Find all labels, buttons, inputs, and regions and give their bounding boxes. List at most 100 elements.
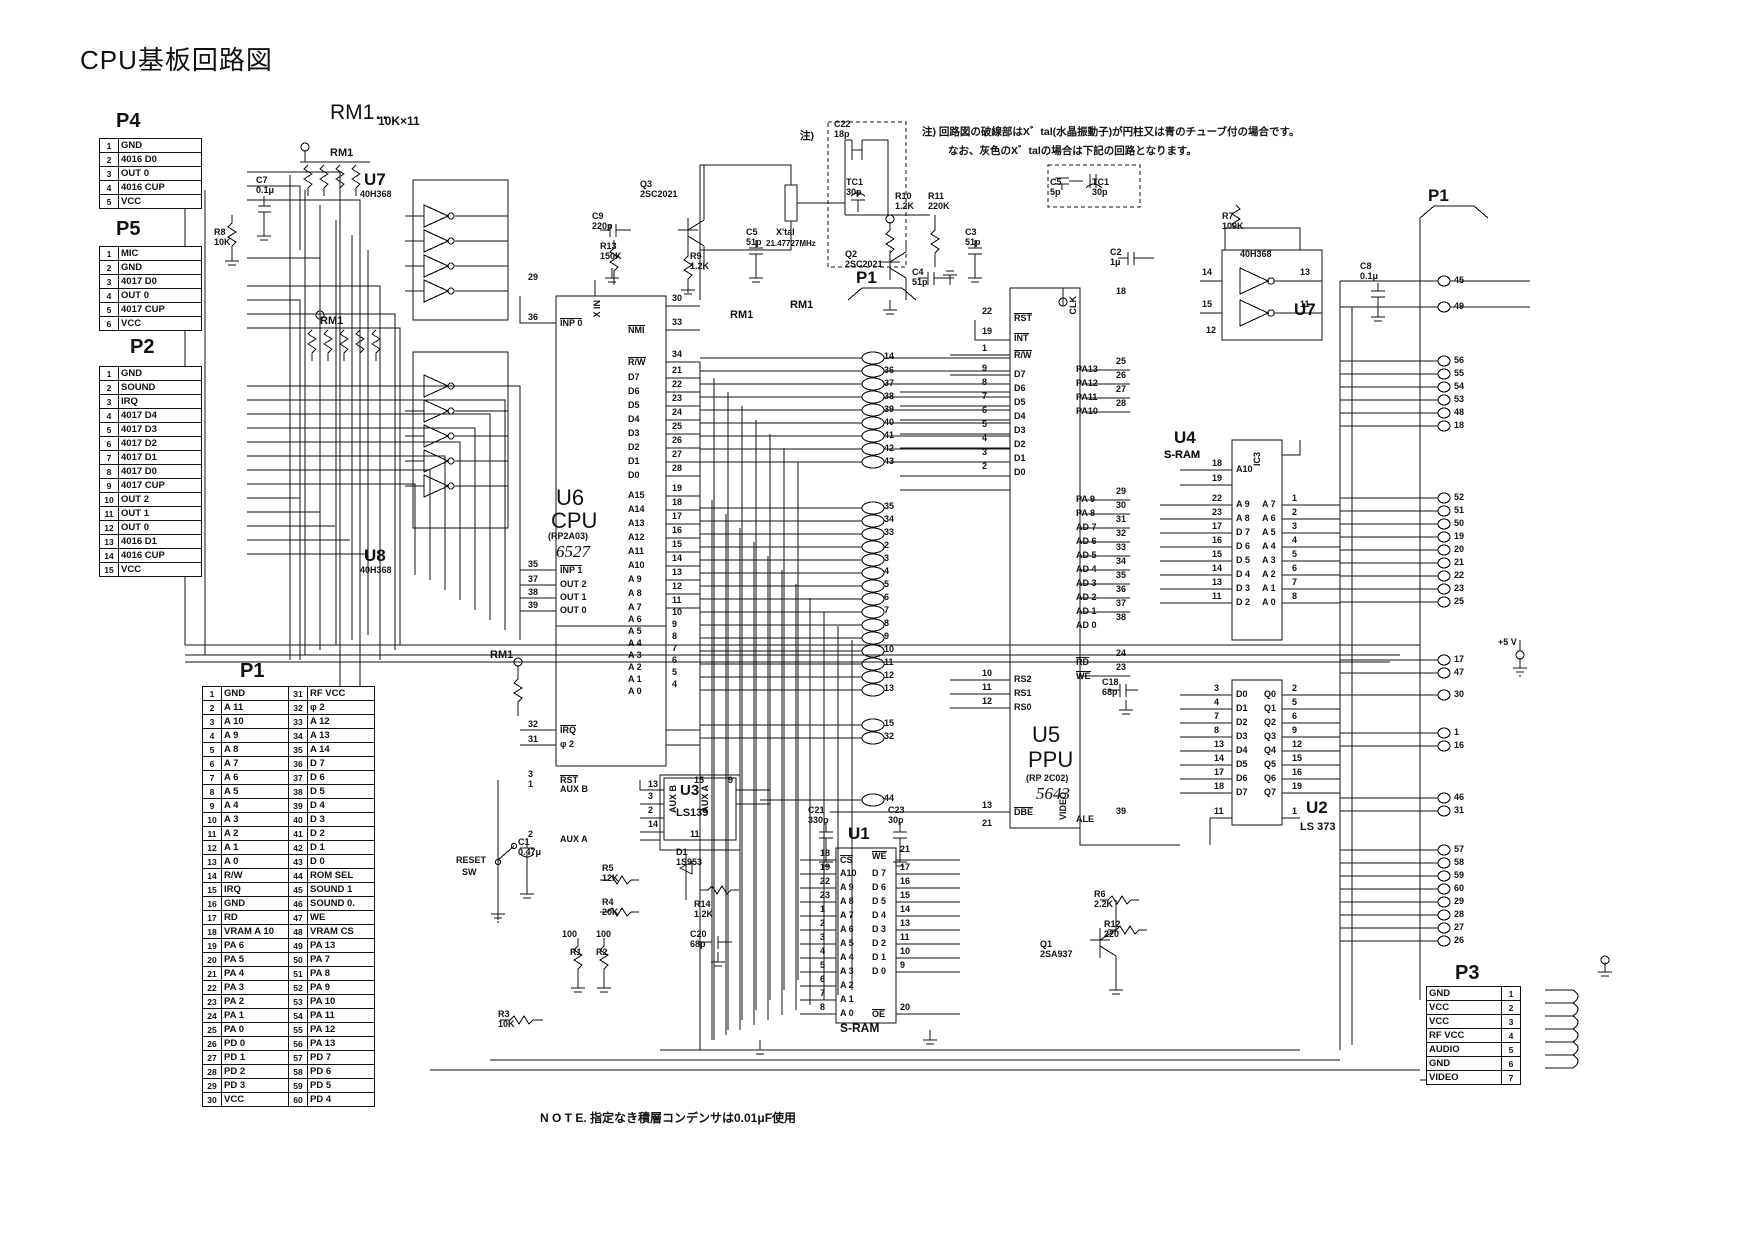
u4-pin-label: D 5	[1236, 555, 1251, 565]
component-ref: R4	[602, 897, 614, 907]
p1-right-pin-number: 41	[288, 826, 308, 841]
table-row: 12 OUT 0	[99, 520, 202, 535]
u5-pin-label: RD	[1076, 657, 1089, 667]
u6-pin-label: AUX A	[560, 834, 588, 844]
u4-pin-label: A 5	[1262, 527, 1276, 537]
u6-pin-number: 12	[672, 581, 683, 591]
p3-signal: VCC	[1426, 1000, 1502, 1015]
u1-pin-number: 5	[820, 960, 826, 970]
p2-signal: OUT 2	[118, 492, 202, 507]
u6-pin-number: 6	[672, 655, 678, 665]
component-ref: R8	[214, 227, 226, 237]
u6-pin-label: D5	[628, 400, 640, 410]
p1-center-pin-number: 41	[884, 430, 895, 440]
u1-pin-label: CS	[840, 855, 853, 865]
u7-pin-number: 14	[1202, 267, 1213, 277]
component-ref: R11	[928, 191, 945, 201]
p2-pin-number: 2	[99, 380, 119, 395]
p1-center-pin-number: 7	[884, 605, 890, 615]
p4-signal: GND	[118, 138, 202, 153]
u5-pin-label: RS0	[1014, 702, 1032, 712]
u5-pin-label: AD 7	[1076, 522, 1097, 532]
component-ref: D1	[676, 847, 688, 857]
p1-left-pin-number: 12	[202, 840, 222, 855]
component-value: 330p	[808, 815, 829, 825]
p1-left-signal: PD 0	[221, 1036, 289, 1051]
p1-left-pin-number: 9	[202, 798, 222, 813]
p1-right-signal: PA 13	[307, 938, 375, 953]
component-value: 1.2K	[694, 909, 714, 919]
p1-right-pin-number: 27	[1454, 922, 1465, 932]
p1-right-pin-number: 49	[288, 938, 308, 953]
table-row: 4A 9 34 A 13	[202, 728, 375, 743]
u4-pin-label: A 4	[1262, 541, 1276, 551]
table-row: GND 6	[1426, 1056, 1521, 1071]
u6-pin-label: φ 2	[560, 739, 574, 749]
u5-pin-label: AD 6	[1076, 536, 1097, 546]
p1-right-pin-number: 56	[1454, 355, 1465, 365]
table-row: 20 PA 5 50 PA 7	[202, 952, 375, 967]
p3-pin-number: 7	[1501, 1070, 1521, 1085]
u2-pin-number: 12	[1292, 739, 1303, 749]
component-ref: R5	[602, 863, 614, 873]
component-ref: C5	[746, 227, 758, 237]
component-ref: C20	[690, 929, 707, 939]
p1-right-pin-number: 16	[1454, 740, 1465, 750]
u1-pin-label: A 8	[840, 896, 854, 906]
p1-left-signal: R/W	[221, 868, 289, 883]
u1-pin-number: 3	[820, 932, 826, 942]
p1-left-pin-number: 30	[202, 1092, 222, 1107]
component-value: 20K	[602, 907, 619, 917]
u1-pin-label: A 7	[840, 910, 854, 920]
component-ref: Q3	[640, 179, 653, 189]
p3-pin-number: 4	[1501, 1028, 1521, 1043]
p1-left-pin-number: 11	[202, 826, 222, 841]
p3-pin-number: 6	[1501, 1056, 1521, 1071]
p2-pin-number: 12	[99, 520, 119, 535]
connector-p3-table: GND 1 VCC 2 VCC 3 RF VCC 4 AUDIO 5 GND 6 VIDEO 7	[1426, 986, 1521, 1085]
table-row: 8A 5 38 D 5	[202, 784, 375, 799]
p1-right-pin-number: 51	[288, 966, 308, 981]
p1-right-signal: A 14	[307, 742, 375, 757]
p1-right-pin-number: 35	[288, 742, 308, 757]
u6-pin-number: 25	[672, 421, 683, 431]
u6-pin-label: D3	[628, 428, 640, 438]
u2-pin-number: 18	[1214, 781, 1225, 791]
p1-left-pin-number: 18	[202, 924, 222, 939]
p2-signal: 4017 D3	[118, 422, 202, 437]
u1-pin-label: D 1	[872, 952, 887, 962]
p1-left-pin-number: 29	[202, 1078, 222, 1093]
u5-pin-label: D5	[1014, 397, 1026, 407]
p1-right-pin-number: 22	[1454, 570, 1465, 580]
table-row: 19 PA 6 49 PA 13	[202, 938, 375, 953]
table-row: 2A 11 32 φ 2	[202, 700, 375, 715]
p1-right-signal: PA 7	[307, 952, 375, 967]
table-row: 5 4017 CUP	[99, 302, 202, 317]
u6-pin-number: 28	[672, 463, 683, 473]
p1-right-pin-number: 26	[1454, 935, 1465, 945]
p1-center-pin-number: 43	[884, 456, 895, 466]
u2-pin-number: 16	[1292, 767, 1303, 777]
u1-pin-label: A 1	[840, 994, 854, 1004]
u6-xin-label: X IN	[592, 300, 602, 318]
u4-pin-number: 4	[1292, 535, 1298, 545]
u2-pin-number: 8	[1214, 725, 1220, 735]
p5-pin-number: 2	[99, 260, 119, 275]
p2-pin-number: 13	[99, 534, 119, 549]
u1-pin-number: 23	[820, 890, 831, 900]
component-value: 220	[1104, 929, 1120, 939]
u5-pin-label: D1	[1014, 453, 1026, 463]
p2-pin-number: 5	[99, 422, 119, 437]
u4-pin-label: A10	[1236, 464, 1253, 474]
u6-auxb-label: AUX B	[668, 785, 678, 814]
p1-right-signal: D 2	[307, 826, 375, 841]
u5-pin-number: 1	[982, 343, 988, 353]
u5-clk-label: CLK	[1068, 296, 1078, 315]
u4-pin-number: 18	[1212, 458, 1223, 468]
note-mark: 注)	[800, 130, 814, 142]
component-value: 2SC2021	[845, 259, 883, 269]
p4-signal: 4016 D0	[118, 152, 202, 167]
p1-center-pin-number: 32	[884, 731, 895, 741]
u4-pin-label: D 4	[1236, 569, 1251, 579]
p1-left-signal: IRQ	[221, 882, 289, 897]
